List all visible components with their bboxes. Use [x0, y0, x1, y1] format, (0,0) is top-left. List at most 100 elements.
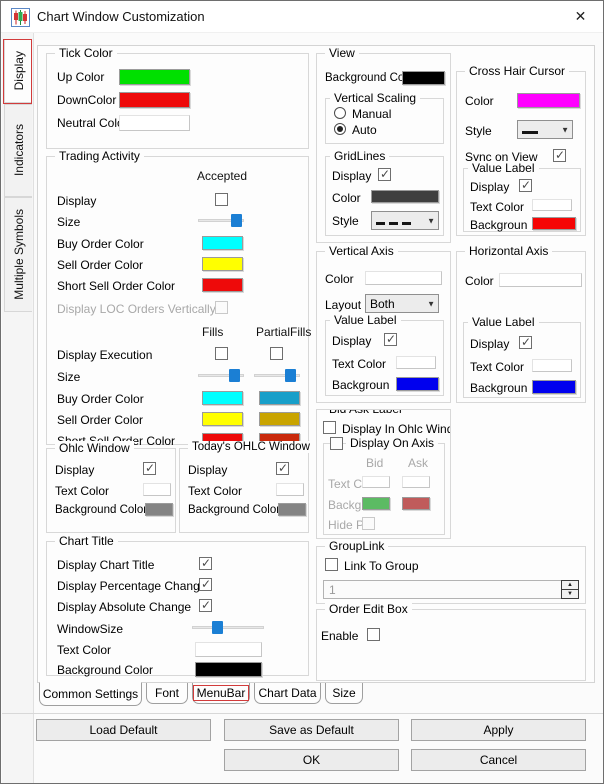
apply-button[interactable]: Apply [411, 719, 586, 741]
group-title-cross-value-label: Value Label [468, 161, 539, 175]
tab-chart-data[interactable]: Chart Data [254, 683, 321, 704]
vaxis-vl-bg-swatch[interactable] [396, 377, 439, 391]
buy-order-color-swatch[interactable] [202, 236, 243, 250]
vaxis-vl-text-color-label: Text Color [332, 357, 386, 371]
display-chart-title-checkbox[interactable] [199, 557, 212, 570]
buy-fills-color-swatch[interactable] [202, 391, 243, 405]
group-number-spinner[interactable]: 1 ▲ ▼ [323, 580, 579, 599]
up-color-swatch[interactable] [119, 69, 190, 85]
display-absolute-change-checkbox[interactable] [199, 599, 212, 612]
cross-vl-bg-swatch[interactable] [532, 217, 576, 230]
view-bg-color-swatch[interactable] [402, 71, 445, 85]
tab-size[interactable]: Size [325, 683, 363, 704]
cross-vl-text-color-label: Text Color [470, 200, 524, 214]
short-sell-order-color-swatch[interactable] [202, 278, 243, 292]
tab-chart-data-label: Chart Data [258, 686, 316, 700]
tab-menubar[interactable]: MenuBar [192, 683, 250, 704]
ohlc-display-checkbox[interactable] [143, 462, 156, 475]
today-text-color-swatch[interactable] [276, 483, 304, 496]
display-on-axis-checkbox[interactable] [330, 437, 343, 450]
group-cross-value-label: Value Label Display Text Color Backgroun [463, 168, 581, 232]
haxis-vl-display-label: Display [470, 337, 509, 351]
ok-button[interactable]: OK [224, 749, 399, 771]
haxis-color-label: Color [465, 274, 494, 288]
close-icon: ✕ [575, 8, 587, 25]
side-tab-indicators[interactable]: Indicators [4, 104, 32, 197]
cross-style-dropdown[interactable]: ▼ [517, 120, 573, 139]
spin-down-icon[interactable]: ▼ [562, 590, 578, 599]
ohlc-text-color-swatch[interactable] [143, 483, 171, 496]
sell-partialfills-color-swatch[interactable] [259, 412, 300, 426]
grid-style-dropdown[interactable]: ▼ [371, 211, 439, 230]
cross-vl-text-color-swatch[interactable] [532, 199, 572, 211]
group-title-cross-hair: Cross Hair Cursor [465, 64, 569, 78]
size-fills-slider[interactable] [198, 369, 244, 382]
side-tab-display[interactable]: Display [4, 39, 32, 103]
down-color-swatch[interactable] [119, 92, 190, 108]
down-color-label: DownColor [57, 93, 116, 107]
cross-vl-display-checkbox[interactable] [519, 179, 532, 192]
buy-order-color2-label: Buy Order Color [57, 392, 144, 406]
windowsize-slider[interactable] [192, 621, 264, 634]
sync-on-view-checkbox[interactable] [553, 149, 566, 162]
save-as-default-button[interactable]: Save as Default [224, 719, 399, 741]
vaxis-vl-display-checkbox[interactable] [384, 333, 397, 346]
bid-bg-color-swatch [362, 497, 390, 510]
cross-style-label: Style [465, 124, 492, 138]
ohlc-bg-color-label: Background Color [55, 504, 147, 516]
cancel-button[interactable]: Cancel [411, 749, 586, 771]
close-button[interactable]: ✕ [558, 1, 603, 32]
solid-line-icon [522, 123, 542, 137]
ct-bg-color-label: Background Color [57, 663, 153, 677]
display-execution-partialfills-checkbox[interactable] [270, 347, 283, 360]
ct-text-color-swatch[interactable] [195, 642, 262, 657]
display-in-ohlc-checkbox[interactable] [323, 421, 336, 434]
group-title-vaxis-value-label: Value Label [330, 313, 401, 327]
haxis-vl-display-checkbox[interactable] [519, 336, 532, 349]
grid-color-swatch[interactable] [371, 190, 439, 203]
spinner-buttons[interactable]: ▲ ▼ [561, 580, 579, 599]
group-haxis-value-label: Value Label Display Text Color Backgroun [463, 322, 581, 398]
tab-common-settings[interactable]: Common Settings [39, 682, 142, 706]
enable-checkbox[interactable] [367, 628, 380, 641]
group-grouplink: GroupLink Link To Group 1 ▲ ▼ [316, 546, 586, 604]
ohlc-bg-color-swatch[interactable] [145, 503, 173, 516]
haxis-vl-text-color-swatch[interactable] [532, 359, 572, 372]
auto-radio[interactable] [334, 123, 346, 135]
vaxis-color-swatch[interactable] [365, 271, 442, 285]
size-accepted-slider[interactable] [198, 214, 244, 227]
chevron-down-icon: ▼ [427, 216, 435, 225]
buy-partialfills-color-swatch[interactable] [259, 391, 300, 405]
size2-label: Size [57, 370, 80, 384]
neutral-color-swatch[interactable] [119, 115, 190, 131]
display-execution-fills-checkbox[interactable] [215, 347, 228, 360]
group-vertical-axis: Vertical Axis Color Layout Both ▼ Value … [316, 251, 451, 403]
today-display-checkbox[interactable] [276, 462, 289, 475]
group-title-haxis-value-label: Value Label [468, 315, 539, 329]
bidask-bg-color-label: Backgr [328, 498, 365, 512]
side-tab-multiple-symbols[interactable]: Multiple Symbols [4, 197, 32, 312]
sell-order-color-swatch[interactable] [202, 257, 243, 271]
display-accepted-checkbox[interactable] [215, 193, 228, 206]
haxis-color-swatch[interactable] [499, 273, 582, 287]
cross-color-swatch[interactable] [517, 93, 580, 108]
link-to-group-checkbox[interactable] [325, 558, 338, 571]
tab-font[interactable]: Font [146, 683, 188, 704]
display-percentage-change-checkbox[interactable] [199, 578, 212, 591]
spin-up-icon[interactable]: ▲ [562, 581, 578, 590]
today-bg-color-swatch[interactable] [278, 503, 306, 516]
grid-display-checkbox[interactable] [378, 168, 391, 181]
manual-radio[interactable] [334, 107, 346, 119]
vaxis-layout-dropdown[interactable]: Both ▼ [365, 294, 439, 313]
haxis-vl-bg-swatch[interactable] [532, 380, 576, 394]
manual-radio-label: Manual [352, 107, 391, 121]
size-partialfills-slider[interactable] [254, 369, 300, 382]
group-chart-title: Chart Title Display Chart Title Display … [46, 541, 309, 676]
sell-fills-color-swatch[interactable] [202, 412, 243, 426]
display-loc-orders-checkbox [215, 301, 228, 314]
load-default-button[interactable]: Load Default [36, 719, 211, 741]
vaxis-vl-bg-label: Backgroun [332, 378, 389, 392]
vaxis-vl-text-color-swatch[interactable] [396, 356, 436, 369]
ct-bg-color-swatch[interactable] [195, 662, 262, 677]
button-area-separator [2, 713, 604, 714]
